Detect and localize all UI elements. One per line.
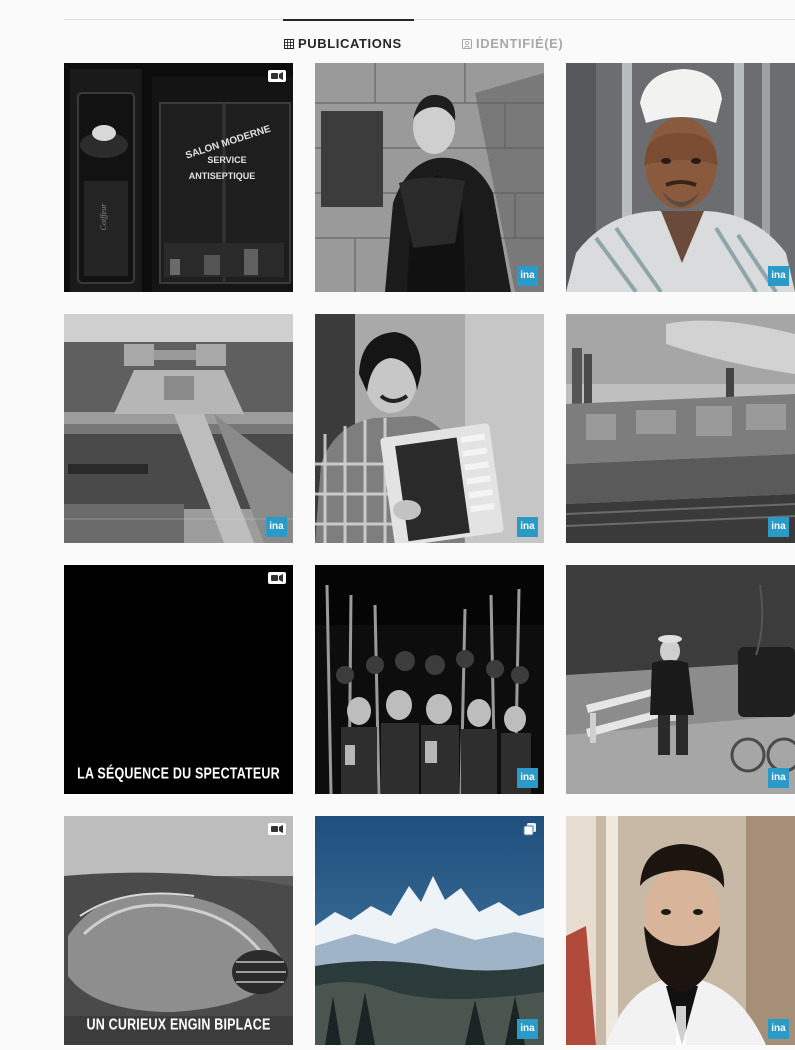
ina-badge: ina (517, 768, 538, 788)
tab-publications[interactable]: PUBLICATIONS (284, 36, 402, 51)
tab-identified-label: IDENTIFIÉ(E) (476, 36, 564, 51)
active-tab-indicator (283, 19, 414, 21)
grid-icon (284, 38, 294, 49)
profile-tabs: PUBLICATIONS IDENTIFIÉ(E) (0, 36, 795, 52)
storefront-door-sign: Coiffeur (99, 203, 108, 231)
post-tile-man-cap[interactable]: ina (566, 63, 795, 292)
post-image-black-card (64, 565, 293, 794)
post-tile-trocadero[interactable]: ina (64, 314, 293, 543)
post-image-man-coat (315, 63, 544, 292)
post-tile-man-coat[interactable]: ina (315, 63, 544, 292)
ina-badge: ina (266, 517, 287, 537)
post-image-biplace-car (64, 816, 293, 1045)
post-tile-boy-bench[interactable]: ina (566, 565, 795, 794)
post-image-boy-bench (566, 565, 795, 794)
ina-badge: ina (768, 1019, 789, 1039)
ina-badge: ina (768, 517, 789, 537)
post-image-accordion (315, 314, 544, 543)
storefront-sign-line-3: ANTISEPTIQUE (189, 171, 256, 181)
post-tile-bearded-man[interactable]: ina (566, 816, 795, 1045)
post-tile-paris-rooftops[interactable]: ina (566, 314, 795, 543)
tab-publications-label: PUBLICATIONS (298, 36, 402, 51)
carousel-icon (523, 823, 536, 836)
post-image-bearded-man (566, 816, 795, 1045)
post-tile-accordion[interactable]: ina (315, 314, 544, 543)
ina-badge: ina (768, 768, 789, 788)
video-caption: LA SÉQUENCE DU SPECTATEUR (77, 764, 280, 783)
video-icon (268, 572, 286, 584)
post-image-storefront: SALON MODERNE SERVICE ANTISEPTIQUE Coiff… (64, 63, 293, 292)
ina-badge: ina (768, 266, 789, 286)
post-image-mountains (315, 816, 544, 1045)
tagged-user-icon (462, 38, 472, 49)
video-caption: UN CURIEUX ENGIN BIPLACE (86, 1015, 271, 1034)
ina-badge: ina (517, 266, 538, 286)
ina-badge: ina (517, 1019, 538, 1039)
post-tile-skiers[interactable]: ina (315, 565, 544, 794)
top-divider (64, 19, 795, 20)
video-icon (268, 823, 286, 835)
post-tile-storefront[interactable]: SALON MODERNE SERVICE ANTISEPTIQUE Coiff… (64, 63, 293, 292)
video-icon (268, 70, 286, 82)
post-tile-mountains[interactable]: ina (315, 816, 544, 1045)
post-image-paris-rooftops (566, 314, 795, 543)
ina-badge: ina (517, 517, 538, 537)
tab-identified[interactable]: IDENTIFIÉ(E) (462, 36, 563, 51)
post-image-skiers (315, 565, 544, 794)
post-image-man-cap (566, 63, 795, 292)
post-tile-biplace[interactable]: UN CURIEUX ENGIN BIPLACE (64, 816, 293, 1045)
post-tile-sequence-spectateur[interactable]: LA SÉQUENCE DU SPECTATEUR (64, 565, 293, 794)
post-image-trocadero (64, 314, 293, 543)
storefront-sign-line-2: SERVICE (207, 155, 246, 165)
